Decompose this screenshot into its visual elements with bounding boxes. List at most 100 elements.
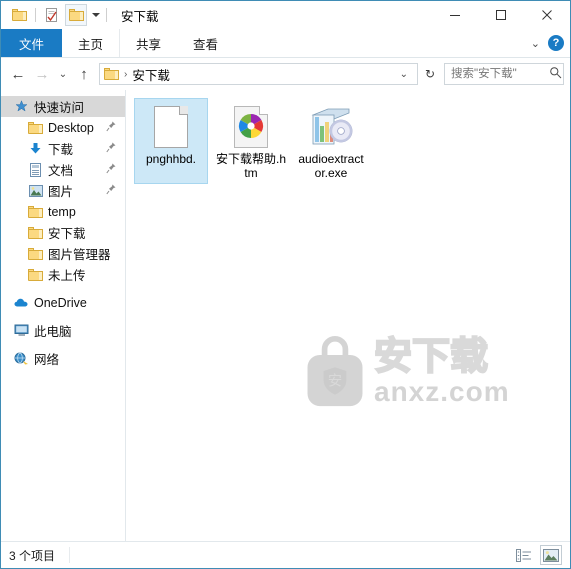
item-count-label: 3 个项目	[9, 548, 56, 563]
sidebar-item-onedrive[interactable]: OneDrive	[1, 292, 125, 313]
pin-icon[interactable]	[106, 163, 116, 177]
help-icon[interactable]: ?	[548, 35, 564, 51]
watermark-text: 安下载 anxz.com	[373, 336, 510, 407]
pinwheel-glyph	[238, 114, 264, 138]
up-button[interactable]: ↑	[73, 62, 95, 86]
large-icons-view-button[interactable]	[540, 545, 562, 565]
pin-icon[interactable]	[106, 121, 116, 135]
sidebar-item-label: temp	[48, 204, 76, 219]
quick-access-toolbar: 安下载	[1, 1, 159, 29]
file-name: 安下载帮助.htm	[216, 152, 287, 180]
customize-quick-access-button[interactable]	[65, 4, 87, 26]
back-button[interactable]: ←	[7, 62, 29, 86]
recent-locations-button[interactable]: ⌄	[55, 62, 71, 86]
window-title: 安下载	[121, 9, 159, 24]
sidebar-item-label: 下载	[48, 143, 74, 157]
blank-document-icon	[154, 102, 188, 148]
download-icon	[27, 142, 44, 155]
sidebar-item-label: 安下载	[48, 227, 86, 241]
watermark-shield-char: 安	[328, 372, 342, 389]
sidebar-item-label: Desktop	[48, 120, 94, 135]
chevron-down-icon[interactable]	[92, 13, 100, 17]
file-item[interactable]: pnghhbd.	[134, 98, 208, 184]
file-items-container: pnghhbd. 安下载帮助.htm audioextractor.exe	[126, 90, 570, 184]
tab-view[interactable]: 查看	[177, 29, 234, 57]
watermark-bag-icon: 安	[307, 336, 363, 407]
sidebar-item-not-uploaded[interactable]: 未上传	[1, 264, 125, 285]
file-item[interactable]: audioextractor.exe	[294, 98, 368, 184]
file-explorer-window: 安下载 文件 主页 共享 查看 ⌄ ? ← → ⌄ ↑ › 安下载 ⌄ ↻ 搜索…	[0, 0, 571, 569]
status-separator	[69, 547, 71, 563]
tab-share[interactable]: 共享	[120, 29, 177, 57]
file-name: audioextractor.exe	[298, 152, 364, 180]
sidebar-item-downloads[interactable]: 下载	[1, 138, 125, 159]
pin-icon[interactable]	[106, 184, 116, 198]
sidebar-item-pictures[interactable]: 图片	[1, 180, 125, 201]
expand-ribbon-chevron-icon[interactable]: ⌄	[531, 37, 540, 50]
folder-icon	[27, 247, 44, 260]
folder-icon	[27, 268, 44, 281]
folder-icon	[27, 121, 44, 134]
document-icon	[27, 162, 44, 177]
html-document-icon	[234, 102, 268, 148]
minimize-button[interactable]	[432, 1, 478, 29]
breadcrumb-path[interactable]: 安下载	[132, 65, 170, 84]
sidebar-item-label: 此电脑	[34, 325, 72, 339]
sidebar-item-label: 图片	[48, 185, 74, 199]
details-view-button[interactable]	[514, 546, 534, 564]
file-name: pnghhbd.	[145, 152, 197, 166]
new-folder-icon[interactable]	[9, 5, 29, 25]
network-icon	[13, 352, 30, 365]
exe-glyph	[311, 108, 353, 145]
address-bar: ← → ⌄ ↑ › 安下载 ⌄ ↻	[1, 58, 570, 90]
sidebar-item-label: 快速访问	[34, 101, 85, 115]
close-button[interactable]	[524, 1, 570, 29]
breadcrumb[interactable]: › 安下载 ⌄	[99, 63, 418, 85]
properties-glyph	[46, 7, 57, 22]
computer-icon	[13, 324, 30, 337]
sidebar-item-this-pc[interactable]: 此电脑	[1, 320, 125, 341]
sidebar-item-label: 未上传	[48, 269, 86, 283]
refresh-icon[interactable]: ↻	[420, 63, 440, 85]
breadcrumb-separator: ›	[124, 68, 128, 80]
window-controls	[432, 1, 570, 29]
watermark-brand: 安下载	[373, 336, 489, 378]
application-disc-icon	[308, 102, 354, 148]
sidebar-item-label: 图片管理器	[48, 248, 111, 262]
search-box[interactable]	[444, 63, 564, 85]
sidebar-item-network[interactable]: 网络	[1, 348, 125, 369]
title-bar: 安下载	[1, 1, 570, 29]
sidebar-item-label: 网络	[34, 353, 60, 367]
tab-home[interactable]: 主页	[62, 29, 121, 57]
file-item[interactable]: 安下载帮助.htm	[214, 98, 288, 184]
search-icon[interactable]	[549, 66, 562, 82]
sidebar-item-quick-access[interactable]: 快速访问	[1, 96, 125, 117]
pictures-icon	[27, 184, 44, 197]
sidebar-item-documents[interactable]: 文档	[1, 159, 125, 180]
maximize-button[interactable]	[478, 1, 524, 29]
cloud-icon	[13, 297, 30, 308]
pin-icon[interactable]	[106, 142, 116, 156]
folder-icon	[11, 9, 27, 21]
main-content: 快速访问 Desktop 下载 文档 图片 temp 安下载 图片管理器 未上传…	[1, 90, 570, 541]
sidebar-item-anxiazai[interactable]: 安下载	[1, 222, 125, 243]
search-input[interactable]	[449, 67, 549, 81]
folder-icon	[68, 9, 84, 21]
sidebar-item-picture-manager[interactable]: 图片管理器	[1, 243, 125, 264]
tab-file[interactable]: 文件	[1, 29, 63, 57]
sidebar-item-desktop[interactable]: Desktop	[1, 117, 125, 138]
sidebar-item-temp[interactable]: temp	[1, 201, 125, 222]
properties-icon[interactable]	[42, 5, 62, 25]
toolbar-separator	[35, 8, 36, 22]
star-icon	[13, 100, 30, 113]
view-buttons	[514, 545, 562, 565]
forward-button[interactable]: →	[31, 62, 53, 86]
toolbar-separator	[106, 8, 107, 22]
folder-icon	[27, 205, 44, 218]
sidebar-item-label: OneDrive	[34, 295, 87, 310]
watermark: 安 安下载 anxz.com	[302, 326, 524, 418]
folder-icon	[27, 226, 44, 239]
file-list-pane[interactable]: pnghhbd. 安下载帮助.htm audioextractor.exe 安 …	[126, 90, 570, 541]
breadcrumb-dropdown-icon[interactable]: ⌄	[395, 69, 413, 80]
ribbon-tab-bar: 文件 主页 共享 查看 ⌄ ?	[1, 29, 570, 58]
